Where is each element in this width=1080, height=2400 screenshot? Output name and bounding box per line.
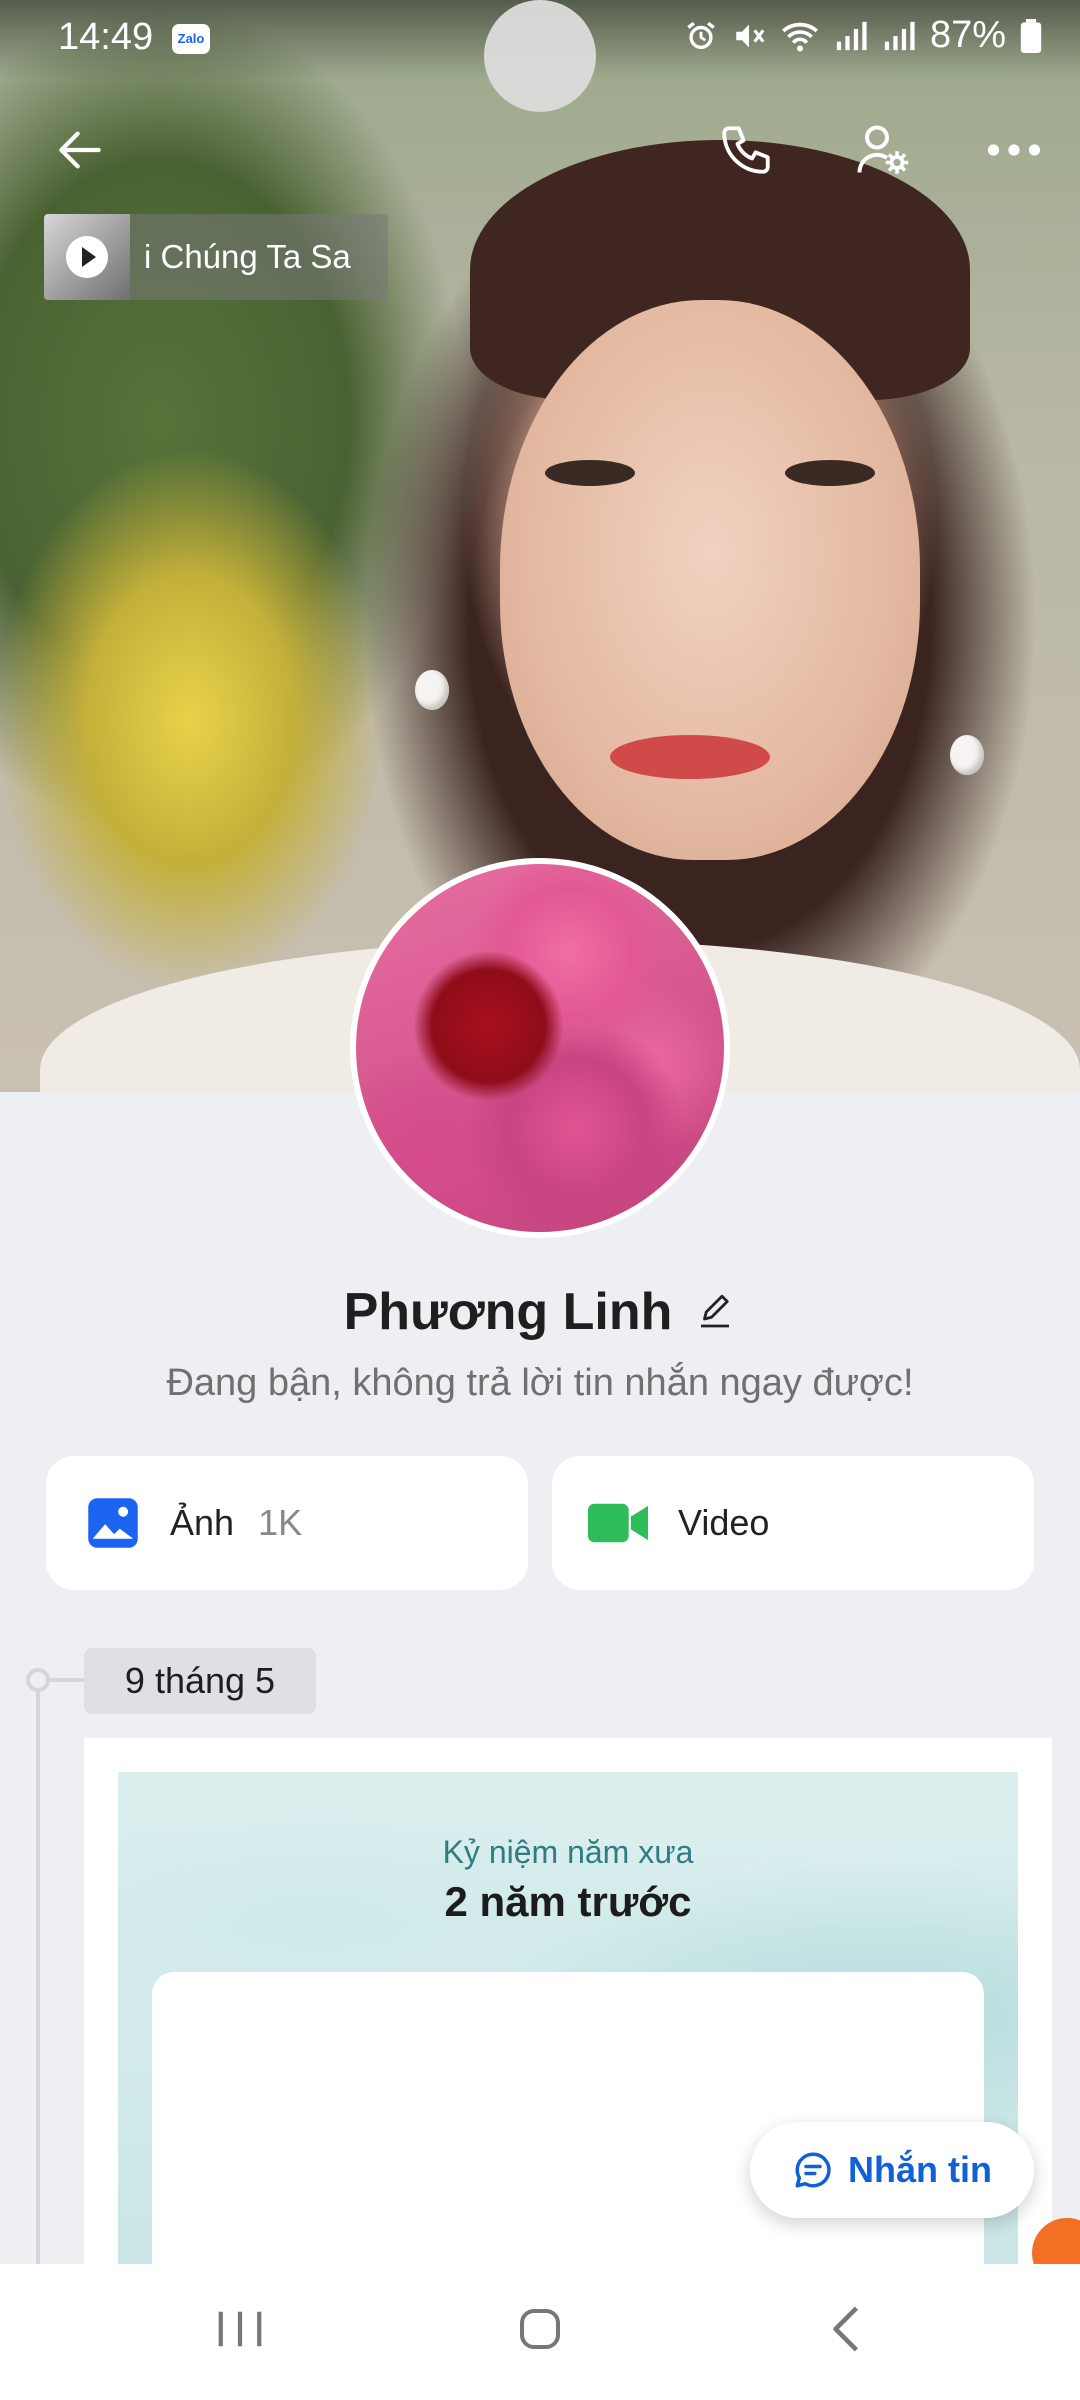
recent-apps-button[interactable] — [190, 2294, 290, 2364]
music-title: i Chúng Ta Sa — [144, 238, 351, 275]
photos-label: Ảnh — [170, 1502, 235, 1543]
recents-icon — [218, 2311, 262, 2347]
video-label: Video — [678, 1502, 770, 1543]
user-settings-icon — [857, 125, 909, 174]
message-button-label: Nhắn tin — [848, 2149, 992, 2190]
cover-lips — [610, 735, 770, 779]
video-camera-icon — [588, 1503, 648, 1543]
name-row: Phương Linh — [0, 1282, 1080, 1342]
system-navigation-bar — [0, 2264, 1080, 2400]
more-dots-icon — [987, 144, 1041, 156]
timeline-connector — [50, 1678, 86, 1682]
camera-cutout — [484, 0, 596, 112]
photos-count: 1K — [258, 1502, 303, 1543]
message-button[interactable]: Nhắn tin — [750, 2122, 1034, 2218]
image-icon — [88, 1498, 138, 1548]
signal-2-icon — [884, 21, 915, 50]
status-icons: 87% — [684, 14, 1042, 57]
memory-label: Kỷ niệm năm xưa — [442, 1834, 694, 1870]
battery-icon — [1020, 18, 1042, 53]
photos-card[interactable]: Ảnh 1K — [46, 1456, 528, 1590]
music-thumbnail — [44, 214, 130, 300]
chevron-left-icon — [833, 2306, 859, 2352]
profile-screen: 14:49 Zalo 87% i Chúng Ta Sa Phương Linh… — [0, 0, 1080, 2400]
profile-name: Phương Linh — [343, 1283, 673, 1341]
timeline-dot — [26, 1668, 50, 1692]
avatar[interactable] — [350, 858, 730, 1238]
wifi-icon — [782, 22, 818, 51]
profile-music-player[interactable]: i Chúng Ta Sa — [44, 214, 388, 300]
system-back-button[interactable] — [796, 2294, 896, 2364]
phone-icon — [722, 126, 770, 174]
cover-eye-right — [785, 460, 875, 486]
profile-settings-button[interactable] — [842, 110, 922, 190]
cover-earring-left — [415, 670, 449, 710]
home-icon — [520, 2309, 560, 2349]
cover-earring-right — [950, 735, 984, 775]
mute-icon — [736, 24, 765, 47]
play-icon[interactable] — [66, 236, 108, 278]
memory-ago: 2 năm trước — [444, 1878, 692, 1925]
timeline-date-chip: 9 tháng 5 — [84, 1648, 316, 1714]
home-button[interactable] — [490, 2294, 590, 2364]
battery-level: 87% — [929, 14, 1006, 56]
call-button[interactable] — [706, 110, 786, 190]
alarm-icon — [687, 21, 715, 49]
edit-pencil-icon[interactable] — [694, 1291, 736, 1333]
chat-bubble-icon — [795, 2152, 831, 2188]
arrow-left-icon — [59, 131, 101, 169]
zalo-app-icon: Zalo — [172, 24, 210, 54]
profile-status: Đang bận, không trả lời tin nhắn ngay đư… — [166, 1362, 914, 1404]
video-card[interactable]: Video — [552, 1456, 1034, 1590]
signal-1-icon — [836, 21, 867, 50]
status-time: 14:49 — [58, 16, 154, 58]
cover-eye-left — [545, 460, 635, 486]
more-options-button[interactable] — [974, 110, 1054, 190]
back-button[interactable] — [40, 110, 120, 190]
